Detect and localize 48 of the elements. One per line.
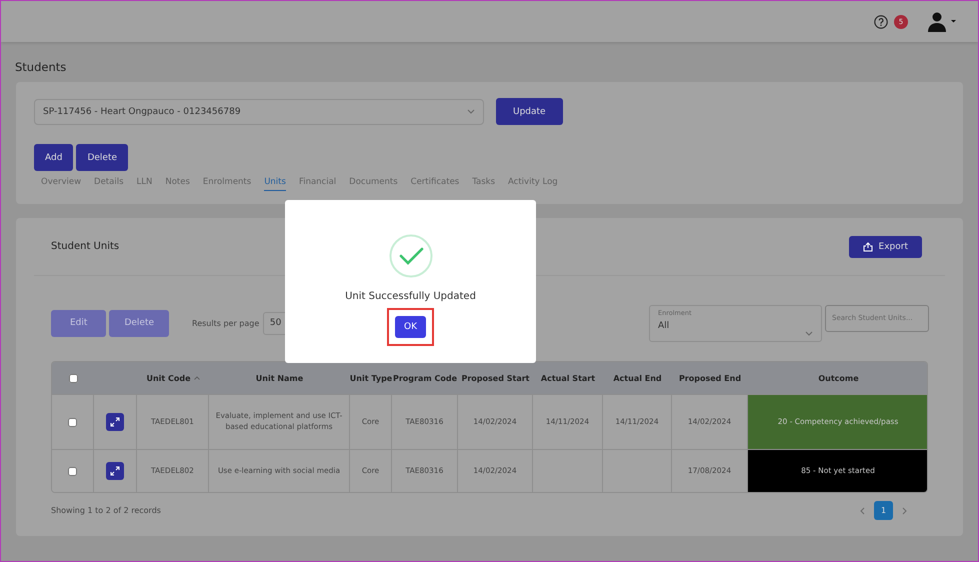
caret-icon xyxy=(805,330,813,336)
export-icon xyxy=(862,242,873,252)
ok-button[interactable]: OK xyxy=(395,316,426,338)
user-avatar-icon[interactable] xyxy=(928,12,956,32)
page-button[interactable]: 1 xyxy=(874,501,893,520)
column-header[interactable]: Outcome xyxy=(748,362,927,394)
column-header[interactable]: Proposed End xyxy=(672,362,748,394)
expand-button[interactable] xyxy=(106,462,124,480)
tab[interactable]: Documents xyxy=(349,177,398,191)
tab[interactable]: Financial xyxy=(298,177,336,191)
column-header[interactable]: Unit Type xyxy=(350,362,392,394)
tab[interactable]: Certificates xyxy=(410,177,460,191)
row-checkbox[interactable] xyxy=(68,418,77,426)
sort-icon[interactable] xyxy=(194,376,200,380)
table-action-button[interactable]: Edit xyxy=(51,310,106,336)
column-header[interactable]: Proposed Start xyxy=(458,362,533,394)
success-check-icon xyxy=(388,234,432,278)
results-per-page-label: Results per page xyxy=(192,318,260,328)
panel-title: Student Units xyxy=(51,241,120,252)
tab[interactable]: Notes xyxy=(165,177,190,191)
column-header[interactable]: Program Code xyxy=(392,362,458,394)
update-button[interactable]: Update xyxy=(496,98,563,125)
tab[interactable]: Overview xyxy=(41,177,82,191)
select-all-checkbox[interactable] xyxy=(68,374,78,382)
tab[interactable]: LLN xyxy=(136,177,152,191)
student-select[interactable]: SP-117456 - Heart Ongpauco - 0123456789 xyxy=(34,98,484,124)
column-header[interactable]: Actual Start xyxy=(533,362,603,394)
dialog-message: Unit Successfully Updated xyxy=(345,291,476,302)
column-header[interactable]: Actual End xyxy=(603,362,672,394)
expand-icon xyxy=(110,466,120,476)
export-button[interactable]: Export xyxy=(848,236,922,258)
record-button[interactable]: Delete xyxy=(76,144,128,171)
tab[interactable]: Units xyxy=(264,177,286,191)
expand-icon xyxy=(110,417,120,427)
record-button[interactable]: Add xyxy=(34,144,74,171)
column-header[interactable]: Unit Code xyxy=(137,362,209,394)
page-title: Students xyxy=(14,59,68,76)
records-summary: Showing 1 to 2 of 2 records xyxy=(51,506,161,515)
help-icon[interactable] xyxy=(874,14,888,28)
column-header[interactable]: Unit Name xyxy=(209,362,350,394)
tab[interactable]: Tasks xyxy=(472,177,496,191)
tab[interactable]: Activity Log xyxy=(508,177,558,191)
expand-button[interactable] xyxy=(106,413,124,431)
table-action-button[interactable]: Delete xyxy=(109,310,170,336)
tab[interactable]: Enrolments xyxy=(202,177,252,191)
tab[interactable]: Details xyxy=(94,177,124,191)
caret-icon xyxy=(467,109,475,114)
row-checkbox[interactable] xyxy=(68,466,77,476)
